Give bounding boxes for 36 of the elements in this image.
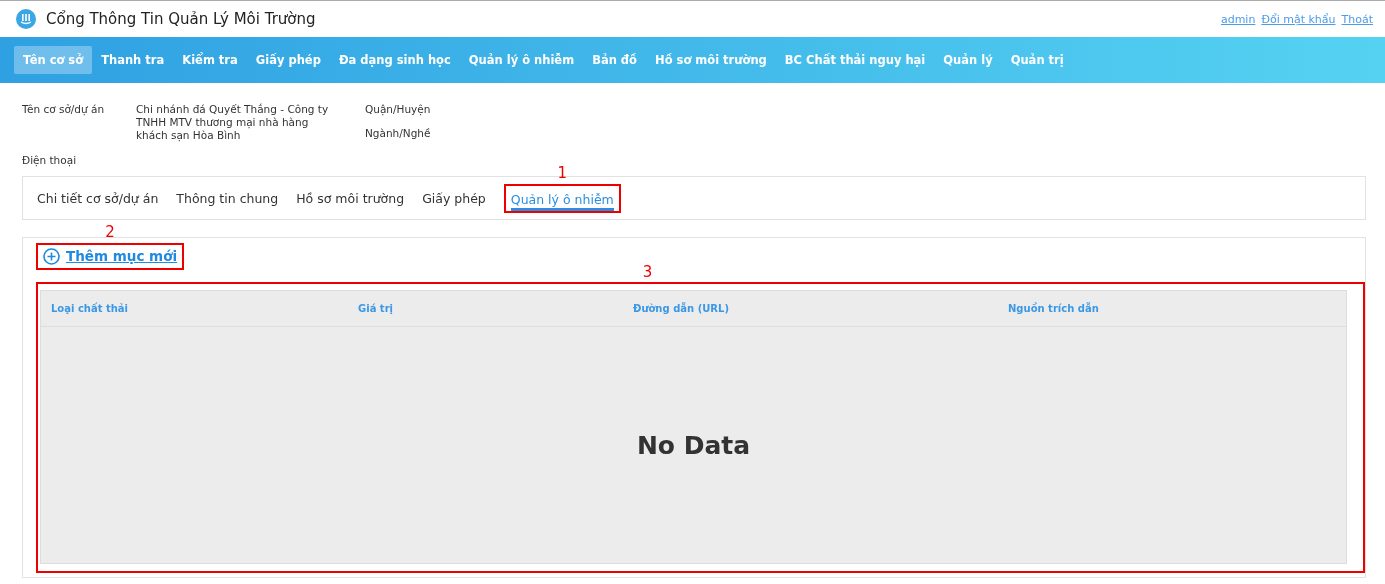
tab[interactable]: Chi tiết cơ sở/dự án (37, 186, 159, 210)
logo-icon (16, 9, 36, 29)
user-link[interactable]: admin (1220, 12, 1256, 26)
nav-item[interactable]: Quản lý (934, 46, 1002, 74)
nav-item[interactable]: Quản trị (1001, 46, 1073, 74)
tab[interactable]: Giấy phép (422, 186, 486, 210)
field-label: Ngành/Nghề (365, 127, 432, 139)
field-label: Điện thoại (22, 154, 78, 166)
tab[interactable]: Thông tin chung (176, 186, 279, 210)
add-item-link[interactable]: Thêm mục mới (43, 247, 178, 265)
column-header: Loại chất thải (51, 303, 130, 314)
empty-message: No Data (636, 430, 751, 460)
column-header: Đường dẫn (URL) (633, 303, 730, 314)
tab[interactable]: Quản lý ô nhiễm (510, 187, 614, 211)
nav-item[interactable]: Bản đồ (583, 46, 646, 74)
user-link[interactable]: Đổi mật khẩu (1261, 12, 1336, 26)
nav-item[interactable]: Giấy phép (246, 46, 330, 74)
field-value: Chi nhánh đá Quyết Thắng - Công ty TNHH MTV thương mại nhà hàng khách sạn Hòa Bình (136, 103, 330, 142)
column-header: Giá trị (358, 303, 394, 314)
nav-item[interactable]: Quản lý ô nhiễm (459, 46, 584, 74)
nav-item[interactable]: Thanh tra (92, 46, 174, 74)
annotation-number: 1 (557, 163, 568, 182)
site-title: Cổng Thông Tin Quản Lý Môi Trường (46, 10, 316, 28)
annotation-number: 3 (642, 263, 653, 281)
annotation-number: 2 (105, 222, 115, 241)
nav-item[interactable]: Tên cơ sở (14, 46, 93, 74)
tab[interactable]: Hồ sơ môi trường (296, 186, 405, 210)
field-label: Quận/Huyện (365, 103, 432, 115)
user-link[interactable]: Thoát (1341, 12, 1373, 26)
nav-item[interactable]: BC Chất thải nguy hại (775, 46, 935, 74)
nav-item[interactable]: Đa dạng sinh học (329, 46, 460, 74)
field-label: Tên cơ sở/dự án (22, 103, 106, 118)
nav-item[interactable]: Hồ sơ môi trường (646, 46, 776, 74)
nav-item[interactable]: Kiểm tra (173, 46, 247, 74)
plus-circle-icon (43, 247, 60, 265)
column-header: Nguồn trích dẫn (1008, 303, 1100, 314)
